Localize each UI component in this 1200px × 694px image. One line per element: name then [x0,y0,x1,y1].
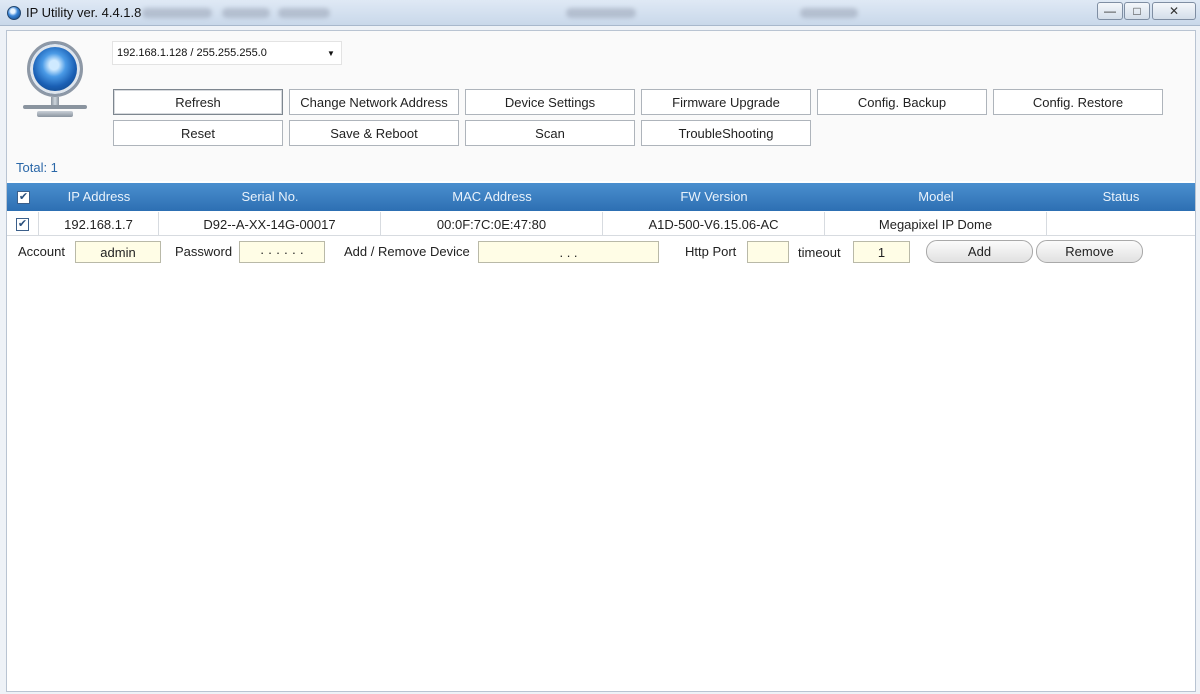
reset-button[interactable]: Reset [113,120,283,146]
column-header-fw-version[interactable]: FW Version [603,189,825,204]
client-area: 192.168.1.128 / 255.255.255.0 ▼ Refresh … [6,30,1196,692]
webcam-logo-icon [23,41,87,117]
remove-button[interactable]: Remove [1036,240,1143,263]
header-panel: 192.168.1.128 / 255.255.255.0 ▼ Refresh … [7,31,1195,181]
http-port-label: Http Port [685,244,737,259]
total-count: Total: 1 [16,160,58,175]
column-header-mac-address[interactable]: MAC Address [381,189,603,204]
config-backup-button[interactable]: Config. Backup [817,89,987,115]
account-field[interactable]: admin [75,241,161,263]
save-reboot-button[interactable]: Save & Reboot [289,120,459,146]
device-ip-field[interactable]: . . . [478,241,659,263]
chevron-down-icon[interactable]: ▼ [323,44,339,62]
http-port-field[interactable] [747,241,789,263]
network-adapter-select[interactable]: 192.168.1.128 / 255.255.255.0 ▼ [112,41,342,65]
password-label: Password [175,244,233,259]
window-frame: 192.168.1.128 / 255.255.255.0 ▼ Refresh … [0,26,1200,694]
column-header-serial-no[interactable]: Serial No. [159,189,381,204]
row-checkbox[interactable]: ✔ [16,217,29,231]
window-title: IP Utility ver. 4.4.1.8 [26,5,142,20]
add-button[interactable]: Add [926,240,1033,263]
device-table-header: ✔ IP Address Serial No. MAC Address FW V… [7,183,1195,211]
blurred-title-text [800,8,858,18]
maximize-button[interactable]: □ [1124,2,1150,20]
select-all-checkbox[interactable]: ✔ [17,191,30,204]
column-header-model[interactable]: Model [825,189,1047,204]
column-header-ip-address[interactable]: IP Address [39,189,159,204]
network-adapter-value: 192.168.1.128 / 255.255.255.0 [117,47,267,59]
refresh-button[interactable]: Refresh [113,89,283,115]
minimize-button[interactable]: — [1097,2,1123,20]
firmware-upgrade-button[interactable]: Firmware Upgrade [641,89,811,115]
table-row[interactable]: ✔ 192.168.1.7 D92--A-XX-14G-00017 00:0F:… [7,212,1195,236]
cell-fw-version: A1D-500-V6.15.06-AC [603,212,825,236]
config-restore-button[interactable]: Config. Restore [993,89,1163,115]
cell-model: Megapixel IP Dome [825,212,1047,236]
app-icon [7,6,21,20]
password-field[interactable]: · · · · · · [239,241,325,263]
scan-button[interactable]: Scan [465,120,635,146]
timeout-field[interactable]: 1 [853,241,910,263]
close-button[interactable]: ✕ [1152,2,1196,20]
change-network-address-button[interactable]: Change Network Address [289,89,459,115]
blurred-title-text [142,8,212,18]
row-select-cell[interactable]: ✔ [7,212,39,236]
blurred-title-text [222,8,270,18]
cell-serial-no: D92--A-XX-14G-00017 [159,212,381,236]
timeout-label: timeout [798,245,841,260]
cell-mac-address: 00:0F:7C:0E:47:80 [381,212,603,236]
cell-ip-address: 192.168.1.7 [39,212,159,236]
device-settings-button[interactable]: Device Settings [465,89,635,115]
title-bar: IP Utility ver. 4.4.1.8 — □ ✕ [0,0,1200,26]
column-header-status[interactable]: Status [1047,189,1195,204]
troubleshooting-button[interactable]: TroubleShooting [641,120,811,146]
add-remove-device-label: Add / Remove Device [344,244,470,259]
account-label: Account [18,244,65,259]
blurred-title-text [566,8,636,18]
blurred-title-text [278,8,330,18]
cell-status [1047,212,1195,236]
